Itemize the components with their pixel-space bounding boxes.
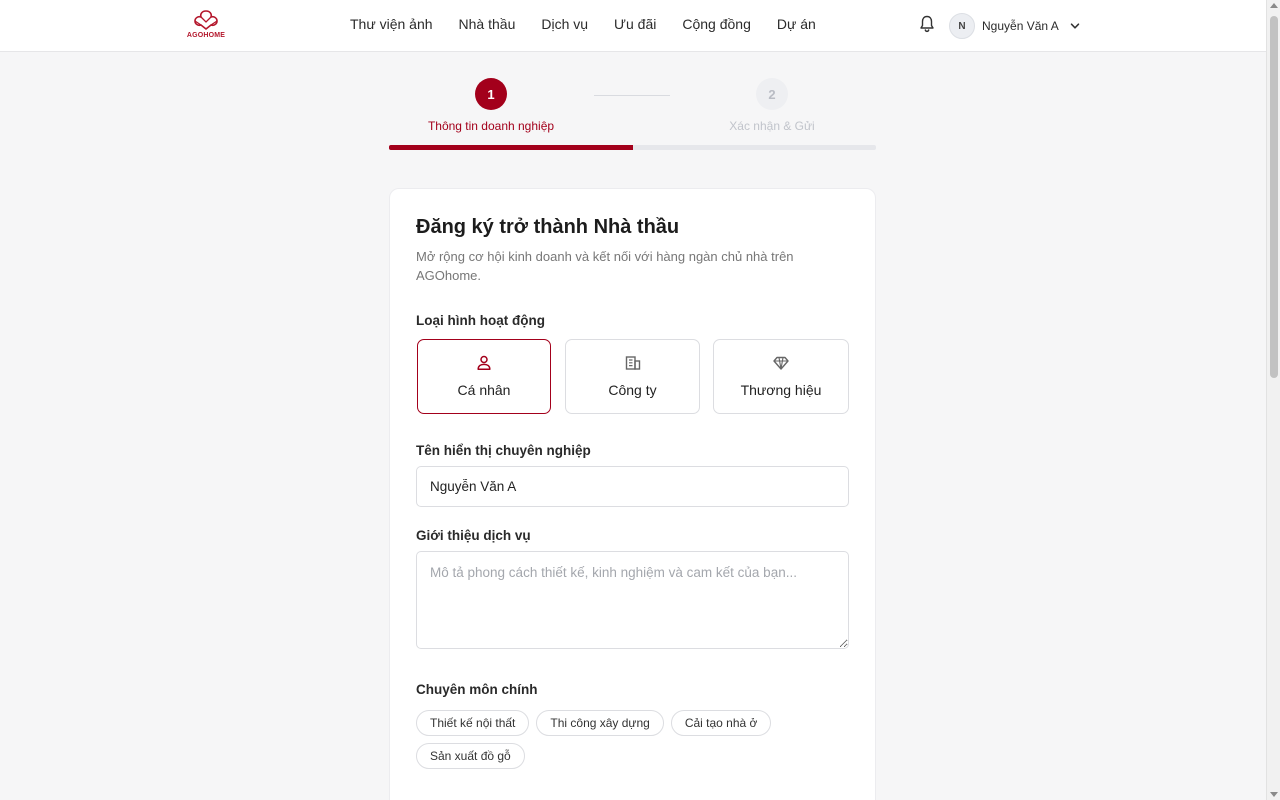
main-nav: Thư viện ảnh Nhà thầu Dịch vụ Ưu đãi Cộn… xyxy=(350,16,842,32)
step-1: 1 Thông tin doanh nghiệp xyxy=(401,78,581,133)
service-intro-textarea[interactable] xyxy=(416,551,849,649)
nav-uu-dai[interactable]: Ưu đãi xyxy=(614,16,656,32)
business-type-label: Loại hình hoạt động xyxy=(416,313,545,328)
scroll-up-arrow-icon[interactable] xyxy=(1270,3,1278,8)
nav-dich-vu[interactable]: Dịch vụ xyxy=(541,16,588,32)
step-1-number: 1 xyxy=(475,78,507,110)
step-2: 2 Xác nhận & Gửi xyxy=(682,78,862,133)
user-menu[interactable]: N Nguyễn Văn A xyxy=(949,13,1080,39)
display-name-input[interactable] xyxy=(416,466,849,507)
progress-fill xyxy=(389,145,633,150)
specialty-chip[interactable]: Cải tạo nhà ở xyxy=(670,710,772,736)
page-subtitle: Mở rộng cơ hội kinh doanh và kết nối với… xyxy=(416,249,794,283)
nav-nha-thau[interactable]: Nhà thầu xyxy=(459,16,516,32)
step-connector xyxy=(594,95,670,96)
specialty-chip[interactable]: Thiết kế nội thất xyxy=(416,710,530,736)
step-1-label: Thông tin doanh nghiệp xyxy=(427,119,555,133)
page-title: Đăng ký trở thành Nhà thầu xyxy=(416,216,680,238)
person-icon xyxy=(477,355,491,370)
chevron-down-icon xyxy=(1070,23,1079,29)
building-icon xyxy=(625,356,640,370)
display-name-label: Tên hiển thị chuyên nghiệp xyxy=(416,443,591,458)
nav-cong-dong[interactable]: Cộng đồng xyxy=(682,16,751,32)
progress-bar xyxy=(389,145,876,150)
type-option-thuong-hieu[interactable]: Thương hiệu xyxy=(713,339,849,414)
type-option-ca-nhan[interactable]: Cá nhân xyxy=(417,339,551,414)
diamond-icon xyxy=(773,356,789,370)
service-intro-label: Giới thiệu dịch vụ xyxy=(416,528,531,543)
logo-icon xyxy=(194,10,218,31)
user-name: Nguyễn Văn A xyxy=(982,19,1059,33)
nav-thu-vien-anh[interactable]: Thư viện ảnh xyxy=(350,16,433,32)
specialty-chip[interactable]: Sản xuất đồ gỗ xyxy=(416,743,525,769)
type-option-label: Cá nhân xyxy=(457,382,511,398)
specialty-chips: Thiết kế nội thất Thi công xây dựng Cải … xyxy=(416,710,856,769)
scrollbar-thumb[interactable] xyxy=(1270,16,1278,378)
page-scrollbar[interactable] xyxy=(1266,0,1280,800)
nav-du-an[interactable]: Dự án xyxy=(777,16,816,32)
step-2-label: Xác nhận & Gửi xyxy=(729,119,815,133)
avatar: N xyxy=(949,13,975,39)
specialty-label: Chuyên môn chính xyxy=(416,682,538,697)
scroll-down-arrow-icon[interactable] xyxy=(1270,792,1278,797)
agohome-logo[interactable]: AGOHOME xyxy=(184,9,228,43)
notification-bell-icon[interactable] xyxy=(919,15,935,33)
top-header: AGOHOME Thư viện ảnh Nhà thầu Dịch vụ Ưu… xyxy=(0,0,1266,52)
logo-text: AGOHOME xyxy=(186,32,226,39)
type-option-label: Công ty xyxy=(608,382,657,398)
type-option-label: Thương hiệu xyxy=(740,382,822,398)
registration-card: Đăng ký trở thành Nhà thầu Mở rộng cơ hộ… xyxy=(389,188,876,800)
specialty-chip[interactable]: Thi công xây dựng xyxy=(536,710,664,736)
type-option-cong-ty[interactable]: Công ty xyxy=(565,339,700,414)
step-2-number: 2 xyxy=(756,78,788,110)
